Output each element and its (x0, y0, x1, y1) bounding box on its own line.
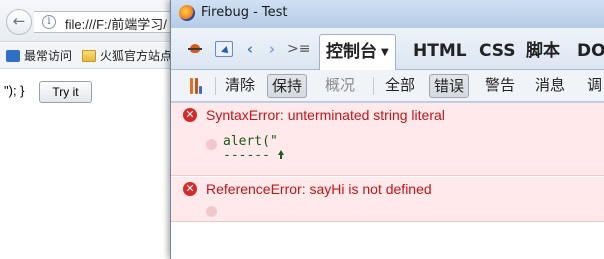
bookmark-label: 火狐官方站点 (100, 49, 173, 63)
back-arrow-icon[interactable]: ← (6, 9, 32, 35)
firebug-titlebar: Firebug - Test (171, 0, 604, 28)
info-icon[interactable]: i (42, 15, 56, 29)
profile-button[interactable]: 概况 (321, 74, 359, 98)
try-it-button[interactable]: Try it (39, 81, 92, 103)
tab-dom[interactable]: DO (571, 36, 604, 66)
bookmark-icon (6, 50, 20, 62)
error-message[interactable]: ReferenceError: sayHi is not defined (206, 181, 432, 197)
error-icon: ✕ (183, 108, 197, 122)
error-message-row[interactable]: ✕ SyntaxError: unterminated string liter… (171, 103, 604, 176)
divider (373, 77, 374, 95)
filter-all-button[interactable]: 全部 (381, 74, 419, 98)
command-line-icon[interactable]: >≡ (287, 39, 310, 59)
firebug-window: Firebug - Test ‹ › >≡ 控制台 ▼ HTML CSS 脚本 D… (170, 0, 604, 259)
filter-info-button[interactable]: 消息 (531, 74, 569, 98)
tab-html[interactable]: HTML (407, 36, 473, 66)
chevron-right-icon[interactable]: › (265, 39, 279, 59)
error-message-row[interactable]: ✕ ReferenceError: sayHi is not defined (171, 177, 604, 222)
breakpoint-dot-icon[interactable] (206, 206, 217, 217)
folder-icon (82, 50, 96, 62)
error-position-marker: ------ (223, 148, 270, 163)
url-text: file:///F:/前端学习/ (65, 17, 167, 32)
console-panel: ✕ SyntaxError: unterminated string liter… (171, 103, 604, 259)
firebug-toolbar: ‹ › >≡ 控制台 ▼ HTML CSS 脚本 DO (171, 28, 604, 70)
firebug-bug-icon[interactable] (187, 41, 205, 57)
chevron-down-icon[interactable]: ▼ (381, 36, 389, 70)
error-caret-icon (277, 150, 285, 160)
error-source-line: alert(" (223, 134, 278, 149)
console-filter-bar: 清除 保持 概况 全部 错误 警告 消息 调 (171, 70, 604, 102)
persist-button[interactable]: 保持 (267, 74, 308, 98)
pause-on-error-icon[interactable] (187, 78, 203, 94)
inspect-element-icon[interactable] (215, 41, 233, 57)
bookmark-label: 最常访问 (24, 49, 73, 63)
tab-label: 控制台 (326, 42, 377, 62)
tab-css[interactable]: CSS (473, 36, 522, 66)
chevron-left-icon[interactable]: ‹ (243, 39, 257, 59)
url-bar[interactable]: i file:///F:/前端学习/ (34, 11, 184, 33)
divider (215, 77, 216, 95)
firefox-logo-icon (179, 5, 195, 21)
page-text: "); } (4, 83, 25, 98)
filter-warnings-button[interactable]: 警告 (481, 74, 519, 98)
bookmark-most-visited[interactable]: 最常访问 (6, 47, 72, 65)
tab-console[interactable]: 控制台 ▼ (319, 34, 396, 70)
filter-debug-button[interactable]: 调 (583, 74, 604, 98)
error-message[interactable]: SyntaxError: unterminated string literal (206, 107, 445, 123)
breakpoint-dot-icon[interactable] (206, 139, 217, 150)
tab-script[interactable]: 脚本 (520, 36, 566, 66)
error-icon: ✕ (183, 182, 197, 196)
clear-button[interactable]: 清除 (221, 74, 259, 98)
bookmark-firefox-official[interactable]: 火狐官方站点 (82, 47, 172, 65)
filter-errors-button[interactable]: 错误 (429, 74, 470, 98)
window-title: Firebug - Test (201, 5, 288, 20)
